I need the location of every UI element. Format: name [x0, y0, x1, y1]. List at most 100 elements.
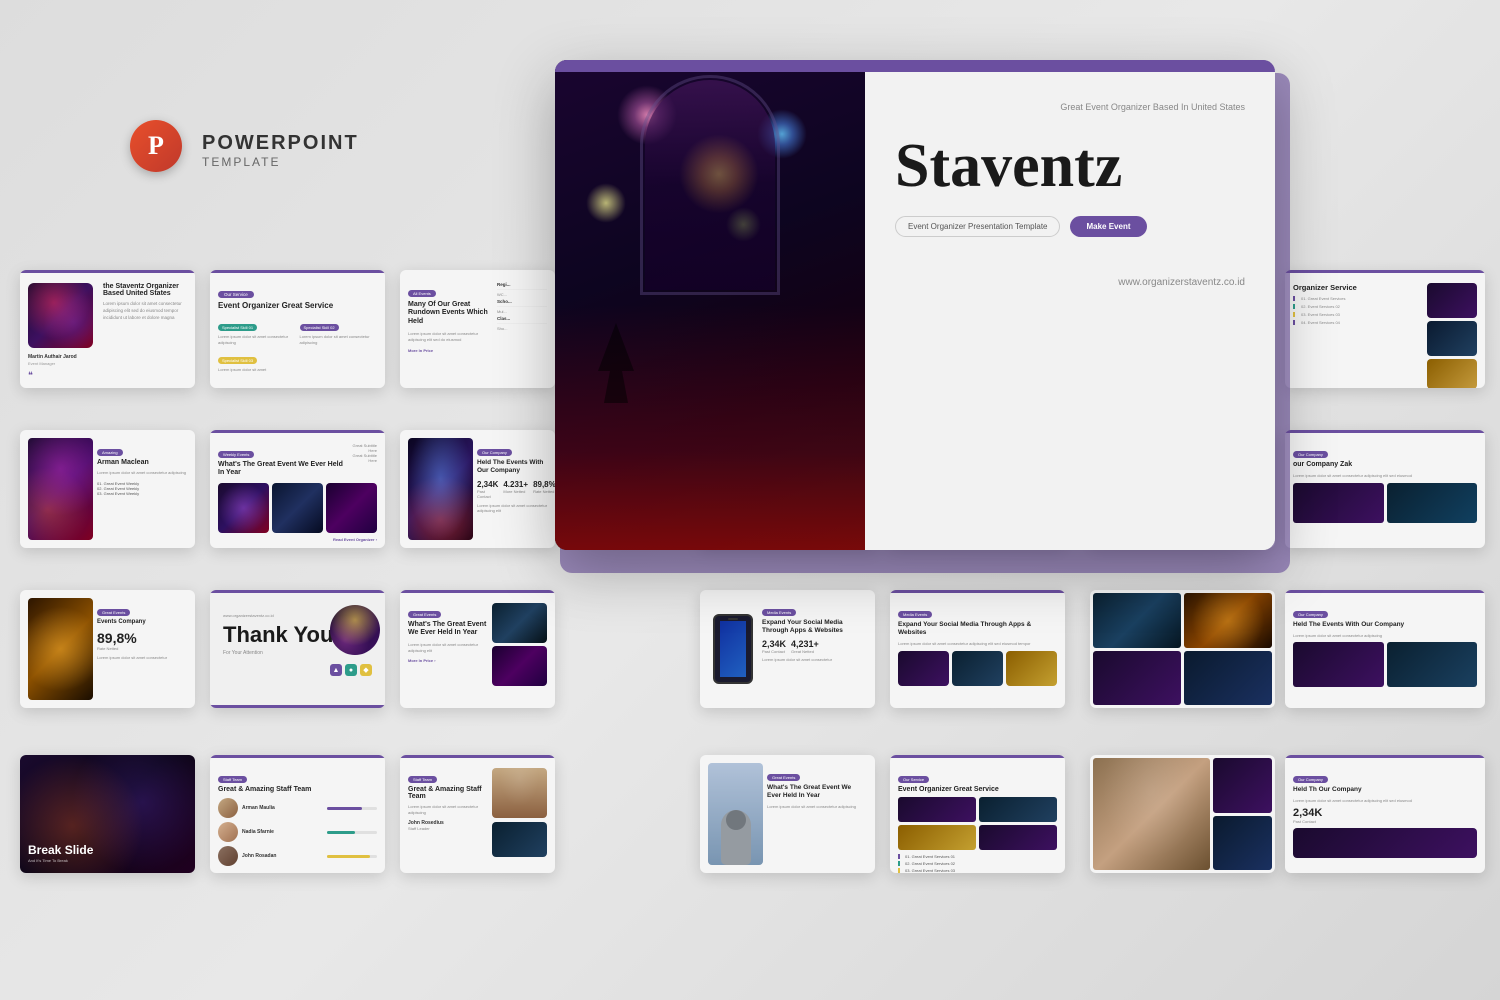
slide-r1-3-tag: All Events — [408, 290, 436, 297]
co-img-1 — [1293, 483, 1384, 523]
hero-cta-button[interactable]: Make Event — [1070, 216, 1146, 237]
social-icon-2: ● — [345, 664, 357, 676]
photo-grid-1 — [1093, 593, 1181, 648]
prog-fill-3 — [327, 855, 370, 858]
page-wrapper: P POWERPOINT TEMPLATE — [0, 0, 1500, 1000]
slide-r2-3-inner: Our Company Held The Events With Our Com… — [400, 430, 555, 548]
slide-r3-4-body: Lorem ipsum dolor sit amet consectetur — [762, 657, 867, 663]
slide-r2-7-title: our Company Zak — [1293, 461, 1477, 469]
hero-tagline: Great Event Organizer Based In United St… — [895, 102, 1245, 112]
ppt-text-block: POWERPOINT TEMPLATE — [202, 132, 359, 169]
slide-r3-1-body: Lorem ipsum dolor sit amet consectetur — [97, 655, 187, 661]
slide-r3-2-topbar — [210, 590, 385, 593]
slide-r4-2[interactable]: Staff Team Great & Amazing Staff Team Ar… — [210, 755, 385, 873]
slide-r3-6[interactable] — [1090, 590, 1275, 708]
slide-r3-3[interactable]: Great Events What's The Great Event We E… — [400, 590, 555, 708]
held-img-2 — [1387, 642, 1478, 687]
prog-fill-2 — [327, 831, 355, 834]
stat-lbl-2: More Netted — [503, 489, 528, 494]
slide-r3-1[interactable]: Great Events Events Company 89,8% Rate N… — [20, 590, 195, 708]
slide-r3-5-imgs — [898, 651, 1057, 686]
slide-r2-2-extra: Great Subtitle Here Great Subtitle Here — [347, 443, 377, 463]
slide-r2-2-cta[interactable]: Read Event Organizer › — [218, 537, 377, 542]
slide-r4-4-img — [708, 763, 763, 865]
slide-r2-7-tag: Our Company — [1293, 451, 1328, 458]
slide-r4-3-topbar — [400, 755, 555, 758]
slide-r4-3-imgs — [492, 768, 547, 857]
service-row-1: 01. Great Event Services — [1293, 296, 1422, 301]
schedule-clas: Clas... — [497, 316, 547, 324]
slide-r3-3-topbar — [400, 590, 555, 593]
slide-r2-7-content: Our Company our Company Zak Lorem ipsum … — [1293, 443, 1477, 523]
staff-info-1: Arman Maulia — [242, 805, 275, 811]
svc-label-3: 03. Great Event Services 03 — [898, 868, 1057, 873]
slide-r3-2[interactable]: www.organizerstaventz.co.id Thank You Fo… — [210, 590, 385, 708]
slide-r3-5[interactable]: Media Events Expand Your Social Media Th… — [890, 590, 1065, 708]
slide-r2-3[interactable]: Our Company Held The Events With Our Com… — [400, 430, 555, 548]
photo-grid-2-ov — [1184, 593, 1272, 648]
slide-r4-6-grid — [1090, 755, 1275, 873]
slide-r3-5-body: Lorem ipsum dolor sit amet consectetur a… — [898, 641, 1057, 647]
person-photo-1 — [492, 768, 547, 818]
slide-r4-1[interactable]: Break Slide And It's Time To Break — [20, 755, 195, 873]
prog-fill-1 — [327, 807, 362, 810]
slide-r3-7-tag: Our Company — [1293, 611, 1328, 618]
co-stat-1-label: Past Contact — [1293, 819, 1322, 824]
slide-r2-2-title: What's The Great Event We Ever Held In Y… — [218, 461, 347, 478]
service-text-1: Lorem ipsum dolor sit amet consectetur a… — [218, 334, 296, 345]
slide-r4-3[interactable]: Staff Team Great & Amazing Staff Team Lo… — [400, 755, 555, 873]
slide-r1-4[interactable]: Organizer Service 01. Great Event Servic… — [1285, 270, 1485, 388]
slide-r3-4[interactable]: Media Events Expand Your Social Media Th… — [700, 590, 875, 708]
social-icon-1-glyph: ▲ — [333, 667, 340, 674]
service-row-3: 03. Event Services 03 — [1293, 312, 1422, 317]
slide-r4-4[interactable]: Great Events What's The Great Event We E… — [700, 755, 875, 873]
slide-r3-3-body: Lorem ipsum dolor sit amet consectetur a… — [408, 642, 487, 654]
slide-r1-2[interactable]: Our Service Event Organizer Great Servic… — [210, 270, 385, 388]
slide-r1-1[interactable]: Martin Authair Jarod Event Manager ❝ the… — [20, 270, 195, 388]
slide-r4-5[interactable]: Our Service Event Organizer Great Servic… — [890, 755, 1065, 873]
staff-name-2: Nadia Sfarnie — [242, 829, 274, 835]
slide-r4-7-inner: Our Company Held Th Our Company Lorem ip… — [1285, 755, 1485, 873]
slide-r1-3[interactable]: All Events Many Of Our Great Rundown Eve… — [400, 270, 555, 388]
slide-r3-7[interactable]: Our Company Held The Events With Our Com… — [1285, 590, 1485, 708]
slide-r2-1[interactable]: Amazing Arman Maclean Lorem ipsum dolor … — [20, 430, 195, 548]
slide-r3-4-content: Media Events Expand Your Social Media Th… — [762, 598, 867, 700]
slide-r4-3-layout: Staff Team Great & Amazing Staff Team Lo… — [408, 768, 547, 857]
service-img-2 — [1427, 321, 1477, 356]
slide-r2-1-stats: 01. Great Event Weekly 02. Great Event W… — [97, 481, 187, 496]
slide-r4-1-text: Break Slide And It's Time To Break — [28, 844, 93, 863]
slide-r4-3-body: Lorem ipsum dolor sit amet consectetur a… — [408, 804, 487, 815]
slide-r4-5-tag: Our Service — [898, 776, 929, 783]
staff-progress-1 — [327, 807, 377, 810]
social-icon-2-glyph: ● — [349, 667, 353, 674]
staff-avatar-1 — [218, 798, 238, 818]
service-tag-1: Specialist Skill 01 — [218, 324, 257, 331]
co-img-2 — [1387, 483, 1478, 523]
slide-r3-3-link[interactable]: More In Price › — [408, 658, 487, 663]
slide-r2-1-inner: Amazing Arman Maclean Lorem ipsum dolor … — [20, 430, 195, 548]
hero-slide[interactable]: Great Event Organizer Based In United St… — [555, 60, 1275, 550]
slide-r3-3-tag: Great Events — [408, 611, 441, 618]
ppt-icon-wrapper: P — [130, 120, 190, 180]
event-img-3 — [326, 483, 377, 533]
social-img-3 — [1006, 651, 1057, 686]
slide-r4-7[interactable]: Our Company Held Th Our Company Lorem ip… — [1285, 755, 1485, 873]
slide-r4-6[interactable] — [1090, 755, 1275, 873]
stat-label-3: 03. Great Event Weekly — [97, 491, 187, 496]
prog-bg-1 — [327, 807, 377, 810]
slide-r1-3-layout: All Events Many Of Our Great Rundown Eve… — [408, 278, 547, 380]
slide-r1-4-topbar — [1285, 270, 1485, 273]
social-stat-2: 4,231+ Great Netted — [791, 639, 819, 654]
slide-r3-7-body: Lorem ipsum dolor sit amet consectetur a… — [1293, 633, 1477, 639]
slide-r3-5-tag: Media Events — [898, 611, 932, 618]
slide-r2-7[interactable]: Our Company our Company Zak Lorem ipsum … — [1285, 430, 1485, 548]
slide-r1-1-topbar — [20, 270, 195, 273]
ppt-logo-area: P POWERPOINT TEMPLATE — [130, 120, 359, 180]
slide-r4-3-tag: Staff Team — [408, 776, 437, 783]
slide-r2-2[interactable]: Weekly Events What's The Great Event We … — [210, 430, 385, 548]
slide-r3-3-inner: Great Events What's The Great Event We E… — [400, 590, 555, 708]
slide-r1-1-layout: Martin Authair Jarod Event Manager ❝ the… — [28, 283, 187, 385]
photo-grid-3 — [1093, 651, 1181, 706]
slide-r1-3-link[interactable]: More In Price — [408, 348, 493, 353]
slide-r4-4-inner: Great Events What's The Great Event We E… — [700, 755, 875, 873]
